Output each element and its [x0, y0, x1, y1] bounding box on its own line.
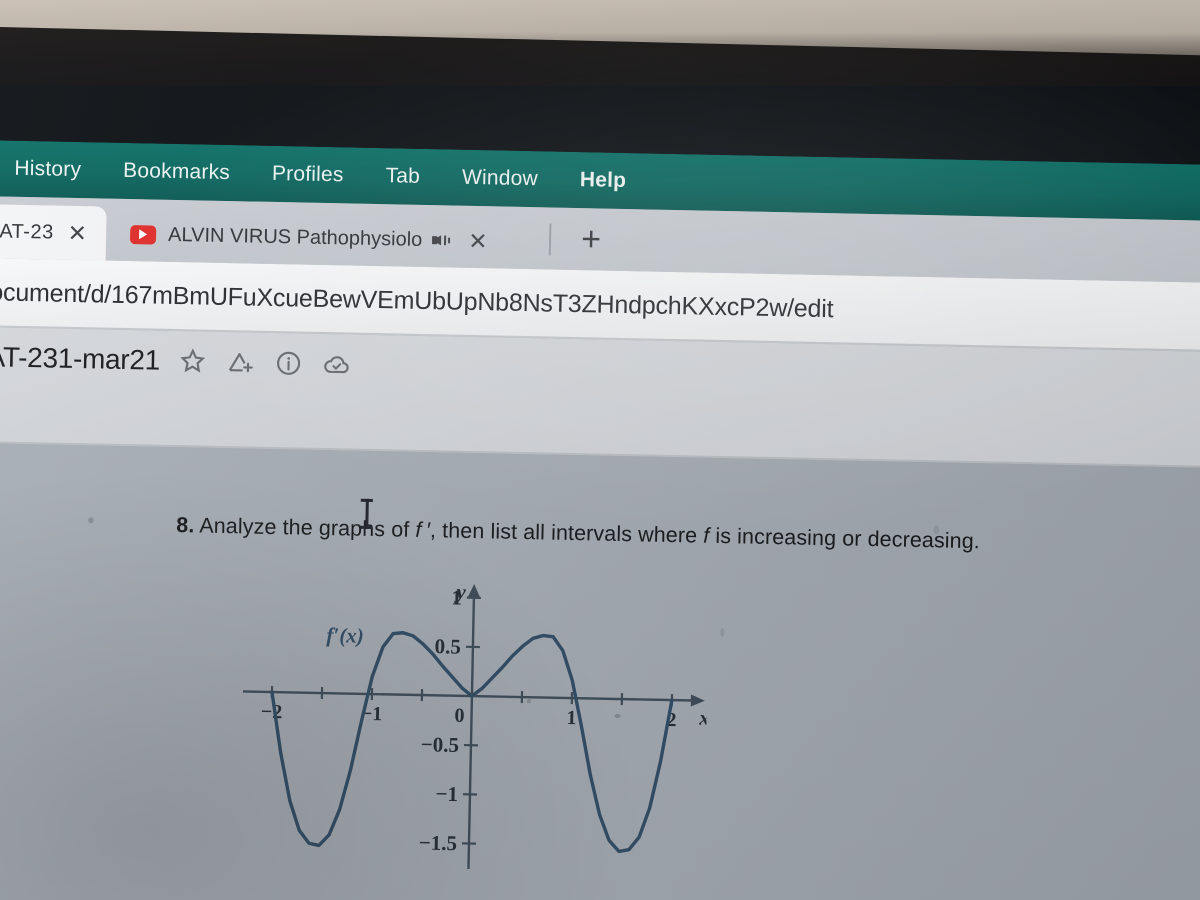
- tab-label: MAT-23: [0, 219, 54, 244]
- photographed-monitor: History Bookmarks Profiles Tab Window He…: [0, 0, 1200, 900]
- document-title[interactable]: MAT-231-mar21: [0, 341, 160, 377]
- menu-item-bookmarks[interactable]: Bookmarks: [102, 159, 251, 186]
- problem-text-c: is increasing or decreasing.: [709, 523, 981, 554]
- graph-svg: −2 −1 1 20 xy10.5−0.5−1−1.5f′(x): [242, 580, 710, 870]
- problem-number: 8.: [176, 513, 195, 538]
- problem-text-b: , then list all intervals where: [429, 518, 704, 548]
- tab-alvin-virus-pathophysiology[interactable]: ALVIN VIRUS Pathophysiolo ✕: [112, 207, 553, 270]
- derivative-graph-figure: −2 −1 1 2 0 x y 1 0.5 −0.5 −1 −1.5 f′(x): [233, 578, 710, 877]
- x-tick-label: 1: [566, 707, 576, 729]
- y-tick-label: −1: [435, 782, 458, 806]
- x-tick-label: −2: [261, 701, 283, 723]
- tab-close-icon[interactable]: ✕: [67, 219, 87, 245]
- y-axis-line: [467, 595, 476, 870]
- problem-text-a: Analyze the graphs of: [194, 513, 416, 542]
- tab-close-icon[interactable]: ✕: [468, 227, 488, 253]
- menu-item-tab[interactable]: Tab: [364, 164, 441, 190]
- youtube-icon: [129, 224, 157, 245]
- text-cursor: [360, 498, 373, 529]
- x-axis-label: x: [698, 706, 709, 730]
- photo-speck: [526, 699, 531, 704]
- tab-mat-231[interactable]: MAT-23 ✕: [0, 202, 107, 261]
- y-axis-arrow: [467, 584, 480, 598]
- x-tick-label-zero: 0: [454, 705, 464, 727]
- y-tick-label: −1.5: [419, 830, 458, 855]
- tab-label: ALVIN VIRUS Pathophysiolo: [167, 223, 423, 251]
- speaker-playing-icon[interactable]: [432, 231, 454, 249]
- menu-item-help[interactable]: Help: [559, 168, 648, 194]
- new-tab-button[interactable]: +: [574, 220, 609, 259]
- photo-speck: [720, 627, 725, 638]
- document-info-icon[interactable]: [274, 348, 305, 379]
- move-to-folder-icon[interactable]: [226, 347, 257, 378]
- browser-window: History Bookmarks Profiles Tab Window He…: [0, 140, 1200, 900]
- photo-speck: [614, 713, 621, 719]
- f-prime-symbol: f ′: [415, 517, 431, 543]
- y-tick-label: −0.5: [421, 732, 460, 757]
- menu-item-window[interactable]: Window: [441, 165, 559, 191]
- document-title-row: MAT-231-mar21: [0, 341, 352, 381]
- series-label-f-prime: f′(x): [326, 623, 364, 648]
- menu-item-history[interactable]: History: [0, 156, 102, 182]
- menu-item-profiles[interactable]: Profiles: [251, 161, 365, 187]
- photo-speck: [88, 517, 94, 524]
- problem-statement: 8. Analyze the graphs of f ′, then list …: [176, 513, 1056, 556]
- url-input[interactable]: /document/d/167mBmUFuXcueBewVEmUbUpNb8Ns…: [0, 277, 834, 323]
- y-tick-label: 1: [451, 585, 462, 609]
- y-tick-label: 0.5: [434, 634, 461, 659]
- cloud-saved-icon[interactable]: [322, 349, 353, 380]
- star-icon[interactable]: [178, 346, 209, 377]
- document-canvas[interactable]: 8. Analyze the graphs of f ′, then list …: [0, 442, 1200, 900]
